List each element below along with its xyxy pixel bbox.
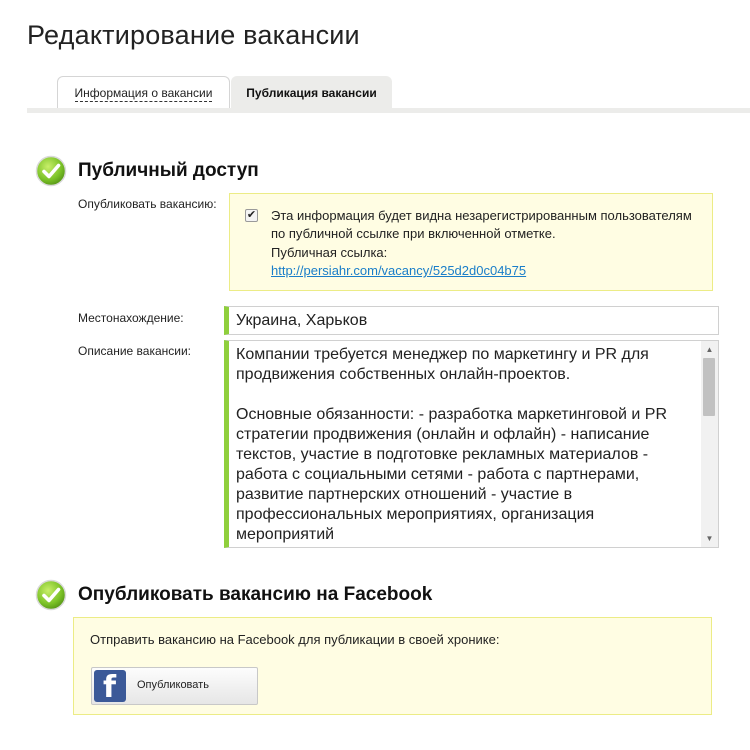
public-access-heading: Публичный доступ [35,155,259,187]
description-paragraph: Компании требуется менеджер по маркетинг… [236,346,649,383]
public-link[interactable]: http://persiahr.com/vacancy/525d2d0c04b7… [271,263,526,278]
public-link-label: Публичная ссылка: [271,245,388,260]
public-access-notice: ✔ Эта информация будет видна незарегистр… [229,193,713,291]
public-access-notice-text: Эта информация будет видна незарегистрир… [271,208,692,241]
facebook-heading: Опубликовать вакансию на Facebook [35,579,432,611]
description-textarea[interactable]: Компании требуется менеджер по маркетинг… [224,340,719,548]
location-label: Местонахождение: [78,311,184,325]
page-title: Редактирование вакансии [27,20,360,50]
facebook-box: Отправить вакансию на Facebook для публи… [73,617,712,715]
tab-vacancy-info[interactable]: Информация о вакансии [57,76,230,110]
tab-vacancy-publication[interactable]: Публикация вакансии [231,76,392,109]
scroll-down-arrow-icon[interactable]: ▼ [701,530,718,547]
tab-vacancy-publication-label: Публикация вакансии [246,86,377,100]
description-scrollbar[interactable]: ▲ ▼ [701,341,718,547]
tab-underline [27,108,750,113]
facebook-publish-button[interactable]: f Опубликовать [91,667,258,705]
description-label: Описание вакансии: [78,344,192,358]
checkbox-checked-icon: ✔ [246,209,257,221]
publish-vacancy-label: Опубликовать вакансию: [78,197,217,211]
scroll-up-arrow-icon[interactable]: ▲ [701,341,718,358]
facebook-logo-icon: f [94,670,126,702]
description-text: Компании требуется менеджер по маркетинг… [236,345,696,547]
public-access-title: Публичный доступ [78,160,259,181]
check-circle-icon [35,579,67,611]
facebook-publish-label: Опубликовать [137,679,209,691]
tab-vacancy-info-label: Информация о вакансии [74,86,213,102]
publish-vacancy-checkbox[interactable]: ✔ [245,209,258,222]
facebook-prompt: Отправить вакансию на Facebook для публи… [90,632,500,647]
location-input[interactable]: Украина, Харьков [224,306,719,335]
check-circle-icon [35,155,67,187]
facebook-title: Опубликовать вакансию на Facebook [78,584,433,605]
description-paragraph: Основные обязанности: - разработка марке… [236,406,667,543]
scroll-thumb[interactable] [703,358,715,416]
